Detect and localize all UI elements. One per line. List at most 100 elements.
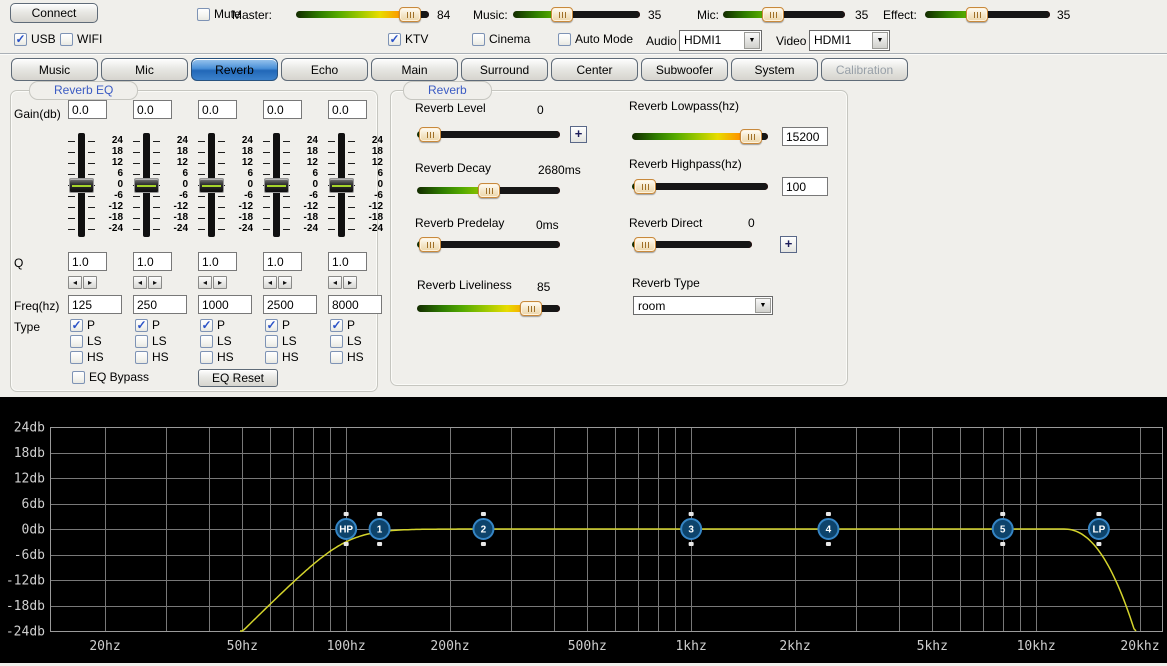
band1-type-hs-checkbox-box[interactable]	[70, 351, 83, 364]
tab-calibration[interactable]: Calibration	[821, 58, 908, 81]
band4-gain-handle[interactable]	[264, 178, 289, 193]
band1-q-input[interactable]	[68, 252, 107, 271]
reverb-lowpass-slider[interactable]	[632, 129, 768, 144]
effect-volume-slider[interactable]	[925, 7, 1050, 22]
band5-gain-input[interactable]	[328, 100, 367, 119]
band1-gain-slider[interactable]: 24181260-6-12-18-24	[59, 131, 129, 241]
master-volume-slider-handle[interactable]	[399, 7, 421, 22]
dropdown-arrow-icon[interactable]: ▼	[744, 32, 760, 49]
mic-volume-slider[interactable]	[723, 7, 845, 22]
tab-surround[interactable]: Surround	[461, 58, 548, 81]
band4-gain-input[interactable]	[263, 100, 302, 119]
reverb-direct-plus-button[interactable]: +	[780, 236, 797, 253]
dropdown-arrow-icon[interactable]: ▼	[755, 298, 771, 313]
mute-checkbox-box[interactable]	[197, 8, 210, 21]
auto-mode-checkbox-box[interactable]	[558, 33, 571, 46]
band2-freq-input[interactable]	[133, 295, 187, 314]
ktv-checkbox[interactable]: ✓KTV	[388, 32, 428, 46]
band2-type-ls-checkbox-box[interactable]	[135, 335, 148, 348]
usb-checkbox-box[interactable]: ✓	[14, 33, 27, 46]
band4-type-hs-checkbox[interactable]: HS	[265, 350, 299, 364]
band5-q-input[interactable]	[328, 252, 367, 271]
band4-type-ls-checkbox[interactable]: LS	[265, 334, 297, 348]
band2-type-hs-checkbox[interactable]: HS	[135, 350, 169, 364]
mic-volume-slider-handle[interactable]	[762, 7, 784, 22]
band5-type-p-checkbox[interactable]: ✓P	[330, 318, 355, 332]
reverb-highpass-slider-handle[interactable]	[634, 179, 656, 194]
band5-type-hs-checkbox-box[interactable]	[330, 351, 343, 364]
band2-gain-input[interactable]	[133, 100, 172, 119]
tab-reverb[interactable]: Reverb	[191, 58, 278, 81]
band1-type-hs-checkbox[interactable]: HS	[70, 350, 104, 364]
dropdown-arrow-icon[interactable]: ▼	[872, 32, 888, 49]
band2-type-ls-checkbox[interactable]: LS	[135, 334, 167, 348]
wifi-checkbox[interactable]: WIFI	[60, 32, 102, 46]
reverb-level-plus-button[interactable]: +	[570, 126, 587, 143]
band1-q-increment-button[interactable]: ▸	[83, 276, 97, 289]
band2-type-p-checkbox[interactable]: ✓P	[135, 318, 160, 332]
band3-type-ls-checkbox-box[interactable]	[200, 335, 213, 348]
reverb-liveliness-slider-handle[interactable]	[520, 301, 542, 316]
reverb-decay-slider[interactable]	[417, 183, 560, 198]
reverb-lowpass-input[interactable]	[782, 127, 828, 146]
eq-bypass-checkbox[interactable]: EQ Bypass	[72, 370, 149, 384]
reverb-decay-slider-handle[interactable]	[478, 183, 500, 198]
connect-button[interactable]: Connect	[10, 3, 98, 23]
band3-freq-input[interactable]	[198, 295, 252, 314]
reverb-type-select[interactable]: room▼	[633, 296, 773, 315]
reverb-highpass-input[interactable]	[782, 177, 828, 196]
band3-gain-slider[interactable]: 24181260-6-12-18-24	[189, 131, 259, 241]
band5-type-ls-checkbox-box[interactable]	[330, 335, 343, 348]
reverb-predelay-slider[interactable]	[417, 237, 560, 252]
band3-type-hs-checkbox[interactable]: HS	[200, 350, 234, 364]
band4-q-increment-button[interactable]: ▸	[278, 276, 292, 289]
reverb-highpass-slider[interactable]	[632, 179, 768, 194]
band3-type-hs-checkbox-box[interactable]	[200, 351, 213, 364]
band1-freq-input[interactable]	[68, 295, 122, 314]
eq-bypass-checkbox-box[interactable]	[72, 371, 85, 384]
reverb-lowpass-slider-handle[interactable]	[740, 129, 762, 144]
band4-type-hs-checkbox-box[interactable]	[265, 351, 278, 364]
band3-gain-input[interactable]	[198, 100, 237, 119]
band4-type-p-checkbox[interactable]: ✓P	[265, 318, 290, 332]
band4-type-p-checkbox-box[interactable]: ✓	[265, 319, 278, 332]
reverb-liveliness-slider[interactable]	[417, 301, 560, 316]
audio-select[interactable]: HDMI1▼	[679, 30, 762, 51]
tab-echo[interactable]: Echo	[281, 58, 368, 81]
video-select[interactable]: HDMI1▼	[809, 30, 890, 51]
band2-gain-slider[interactable]: 24181260-6-12-18-24	[124, 131, 194, 241]
reverb-predelay-slider-handle[interactable]	[419, 237, 441, 252]
band5-gain-handle[interactable]	[329, 178, 354, 193]
band5-freq-input[interactable]	[328, 295, 382, 314]
band1-q-decrement-button[interactable]: ◂	[68, 276, 82, 289]
band5-q-increment-button[interactable]: ▸	[343, 276, 357, 289]
band1-type-ls-checkbox[interactable]: LS	[70, 334, 102, 348]
band2-gain-handle[interactable]	[134, 178, 159, 193]
band3-type-p-checkbox-box[interactable]: ✓	[200, 319, 213, 332]
tab-center[interactable]: Center	[551, 58, 638, 81]
music-volume-slider[interactable]	[513, 7, 640, 22]
band5-type-p-checkbox-box[interactable]: ✓	[330, 319, 343, 332]
cinema-checkbox-box[interactable]	[472, 33, 485, 46]
band4-q-input[interactable]	[263, 252, 302, 271]
band1-type-ls-checkbox-box[interactable]	[70, 335, 83, 348]
band3-type-ls-checkbox[interactable]: LS	[200, 334, 232, 348]
reverb-direct-slider[interactable]	[632, 237, 752, 252]
tab-main[interactable]: Main	[371, 58, 458, 81]
band3-q-input[interactable]	[198, 252, 237, 271]
band5-type-ls-checkbox[interactable]: LS	[330, 334, 362, 348]
reverb-level-slider-handle[interactable]	[419, 127, 441, 142]
music-volume-slider-handle[interactable]	[551, 7, 573, 22]
band2-type-p-checkbox-box[interactable]: ✓	[135, 319, 148, 332]
reverb-level-slider[interactable]	[417, 127, 560, 142]
ktv-checkbox-box[interactable]: ✓	[388, 33, 401, 46]
cinema-checkbox[interactable]: Cinema	[472, 32, 530, 46]
wifi-checkbox-box[interactable]	[60, 33, 73, 46]
band3-type-p-checkbox[interactable]: ✓P	[200, 318, 225, 332]
tab-mic[interactable]: Mic	[101, 58, 188, 81]
band2-type-hs-checkbox-box[interactable]	[135, 351, 148, 364]
band1-gain-input[interactable]	[68, 100, 107, 119]
band4-q-decrement-button[interactable]: ◂	[263, 276, 277, 289]
band4-freq-input[interactable]	[263, 295, 317, 314]
band1-type-p-checkbox-box[interactable]: ✓	[70, 319, 83, 332]
